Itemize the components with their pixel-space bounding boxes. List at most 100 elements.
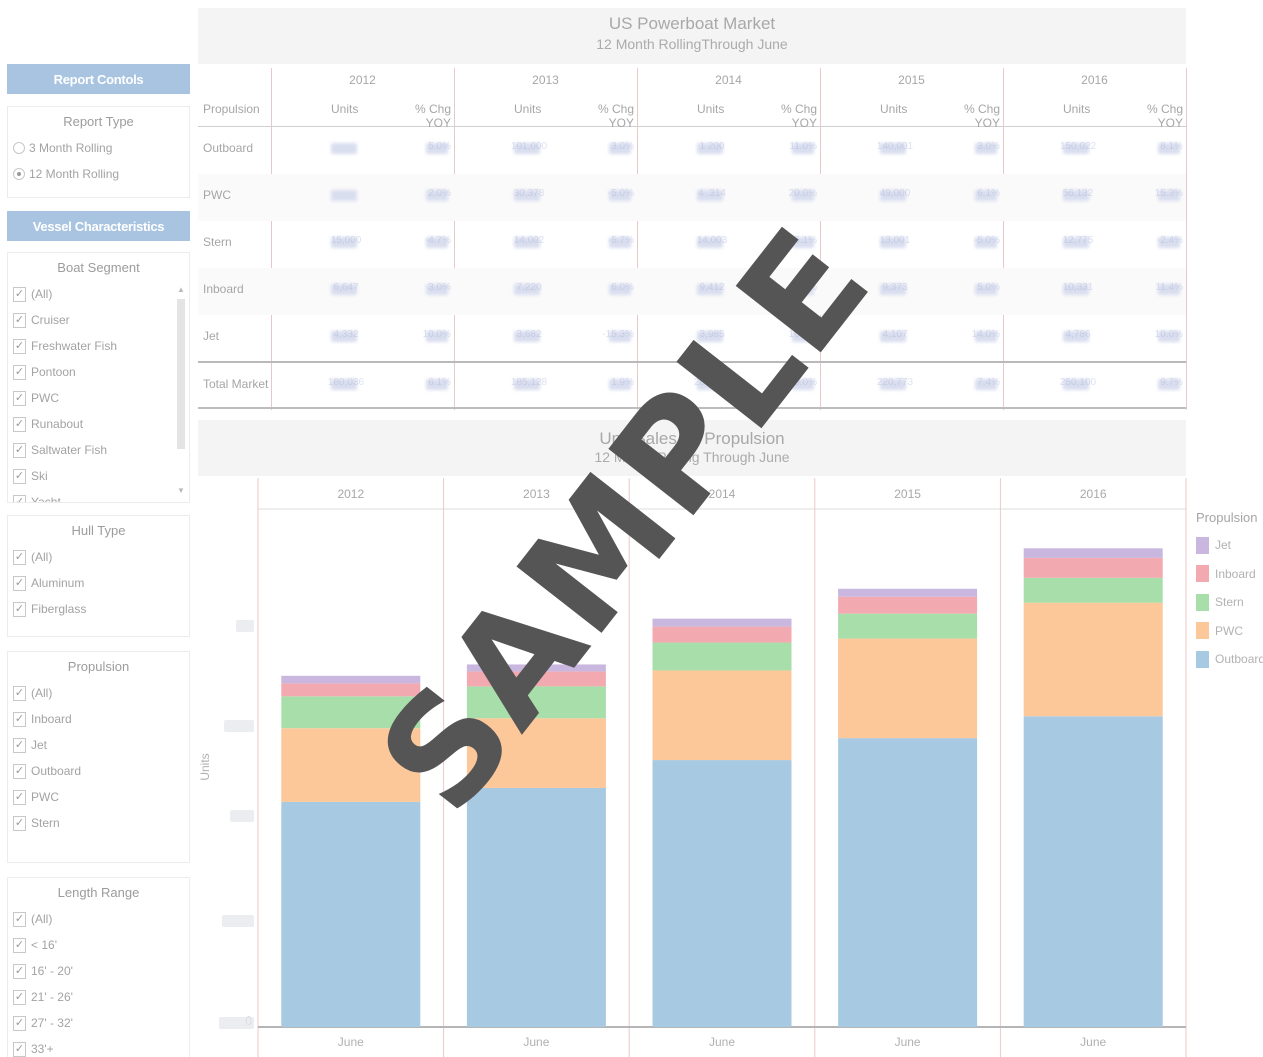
legend-label: Jet: [1215, 538, 1232, 553]
boat-segment-title: Boat Segment: [57, 260, 140, 275]
units-value: 220,773: [876, 377, 914, 388]
filter-option[interactable]: ✓ Outboard: [8, 758, 189, 784]
chg-header: % Chg YOY: [780, 102, 817, 130]
checkbox-checked[interactable]: ✓: [13, 1041, 26, 1057]
checkbox-checked[interactable]: ✓: [13, 963, 26, 979]
checkbox-checked[interactable]: ✓: [13, 737, 26, 753]
checkbox-checked[interactable]: ✓: [13, 442, 26, 458]
checkbox-checked[interactable]: ✓: [13, 989, 26, 1005]
hull-type-list: ✓ (All) ✓ Aluminum ✓ Fiberglass: [8, 544, 189, 622]
option-label: Outboard: [31, 764, 82, 778]
report-type-option[interactable]: 12 Month Rolling: [8, 161, 189, 187]
units-value: 250,100: [1059, 377, 1097, 388]
filter-option[interactable]: ✓ Inboard: [8, 706, 189, 732]
year-label: 2016: [1080, 487, 1107, 501]
filter-option[interactable]: ✓ Saltwater Fish: [8, 437, 189, 463]
filter-option[interactable]: ✓ < 16': [8, 932, 189, 958]
report-controls-label: Report Contols: [7, 64, 190, 94]
checkbox-checked[interactable]: ✓: [13, 711, 26, 727]
checkbox-checked[interactable]: ✓: [13, 390, 26, 406]
filter-option[interactable]: ✓ Runabout: [8, 411, 189, 437]
bar-segment-pwc: [1023, 602, 1163, 717]
filter-option[interactable]: ✓ 16' - 20': [8, 958, 189, 984]
legend-item[interactable]: Outboard: [1196, 645, 1263, 674]
checkbox-checked[interactable]: ✓: [13, 815, 26, 831]
filter-option[interactable]: ✓ PWC: [8, 385, 189, 411]
checkbox-checked[interactable]: ✓: [13, 685, 26, 701]
filter-option[interactable]: ✓ Cruiser: [8, 307, 189, 333]
filter-option[interactable]: ✓ Fiberglass: [8, 596, 189, 622]
checkbox-checked[interactable]: ✓: [13, 468, 26, 484]
checkbox-checked[interactable]: ✓: [13, 338, 26, 354]
bar-segment-stern: [652, 642, 792, 671]
checkbox-checked[interactable]: ✓: [13, 601, 26, 617]
legend-item[interactable]: Jet: [1196, 531, 1263, 560]
radio-button-selected[interactable]: [13, 168, 25, 180]
length-range-filter: Length Range ✓ (All) ✓ < 16' ✓ 16' - 20' ✓ 21' …: [7, 877, 190, 1057]
bar-segment-jet: [838, 588, 978, 597]
units-value: 6,647: [333, 282, 359, 293]
checkbox-checked[interactable]: ✓: [13, 911, 26, 927]
year-header: 2015: [898, 73, 925, 87]
checkbox-checked[interactable]: ✓: [13, 286, 26, 302]
scroll-thumb[interactable]: [177, 299, 185, 449]
units-value: 4 .314: [698, 188, 726, 199]
filter-option[interactable]: ✓ 33'+: [8, 1036, 189, 1057]
propulsion-list: ✓ (All) ✓ Inboard ✓ Jet ✓ Outboard ✓ PWC ✓ Stern: [8, 680, 189, 836]
filter-option[interactable]: ✓ (All): [8, 281, 189, 307]
checkbox-checked[interactable]: ✓: [13, 416, 26, 432]
units-value: 140,001: [876, 141, 914, 152]
legend-item[interactable]: Stern: [1196, 588, 1263, 617]
scroll-down-icon[interactable]: ▼: [176, 486, 186, 496]
units-header: Units: [880, 102, 908, 116]
legend-item[interactable]: Inboard: [1196, 560, 1263, 589]
chg-value: 15.3%: [1154, 188, 1183, 199]
checkbox-checked[interactable]: ✓: [13, 789, 26, 805]
bar-segment-inboard: [838, 596, 978, 614]
units-value: 101,000: [510, 141, 548, 152]
chg-header: % Chg YOY: [597, 102, 634, 130]
scroll-up-icon[interactable]: ▲: [176, 285, 186, 295]
filter-option[interactable]: ✓ 21' - 26': [8, 984, 189, 1010]
filter-option[interactable]: ✓ (All): [8, 680, 189, 706]
filter-option[interactable]: ✓ Yacht: [8, 489, 189, 502]
blurred-value-mark: [331, 190, 357, 201]
x-tick-label: June: [523, 1035, 549, 1049]
units-value: 4,332: [333, 329, 359, 340]
filter-option[interactable]: ✓ (All): [8, 544, 189, 570]
option-label: Cruiser: [31, 313, 70, 327]
checkbox-checked[interactable]: ✓: [13, 364, 26, 380]
filter-option[interactable]: ✓ 27' - 32': [8, 1010, 189, 1036]
units-value: 185,128: [510, 377, 548, 388]
checkbox-checked[interactable]: ✓: [13, 937, 26, 953]
chg-value: -5.0%: [607, 188, 634, 199]
propulsion-title: Propulsion: [67, 659, 130, 674]
filter-option[interactable]: ✓ Stern: [8, 810, 189, 836]
radio-button[interactable]: [13, 142, 25, 154]
checkbox-checked[interactable]: ✓: [13, 549, 26, 565]
option-label: (All): [31, 686, 53, 700]
checkbox-checked[interactable]: ✓: [13, 575, 26, 591]
report-type-option[interactable]: 3 Month Rolling: [8, 135, 189, 161]
filter-option[interactable]: ✓ Pontoon: [8, 359, 189, 385]
legend-item[interactable]: PWC: [1196, 617, 1263, 646]
filter-option[interactable]: ✓ (All): [8, 906, 189, 932]
checkbox-checked[interactable]: ✓: [13, 494, 26, 502]
filter-option[interactable]: ✓ Jet: [8, 732, 189, 758]
filter-option[interactable]: ✓ Freshwater Fish: [8, 333, 189, 359]
year-label: 2015: [894, 487, 921, 501]
row-label: Stern: [203, 235, 232, 249]
table-title: US Powerboat Market: [608, 14, 776, 33]
checkbox-checked[interactable]: ✓: [13, 312, 26, 328]
filter-option[interactable]: ✓ Aluminum: [8, 570, 189, 596]
units-header: Units: [331, 102, 359, 116]
chg-value: -5.0%: [973, 235, 1000, 246]
filter-option[interactable]: ✓ Ski: [8, 463, 189, 489]
blurred-y-tick-mark: [230, 810, 254, 822]
scrollbar[interactable]: ▲ ▼: [176, 285, 186, 496]
checkbox-checked[interactable]: ✓: [13, 1015, 26, 1031]
bar-segment-outboard: [838, 738, 978, 1027]
checkbox-checked[interactable]: ✓: [13, 763, 26, 779]
filter-option[interactable]: ✓ PWC: [8, 784, 189, 810]
option-label: Ski: [31, 469, 48, 483]
